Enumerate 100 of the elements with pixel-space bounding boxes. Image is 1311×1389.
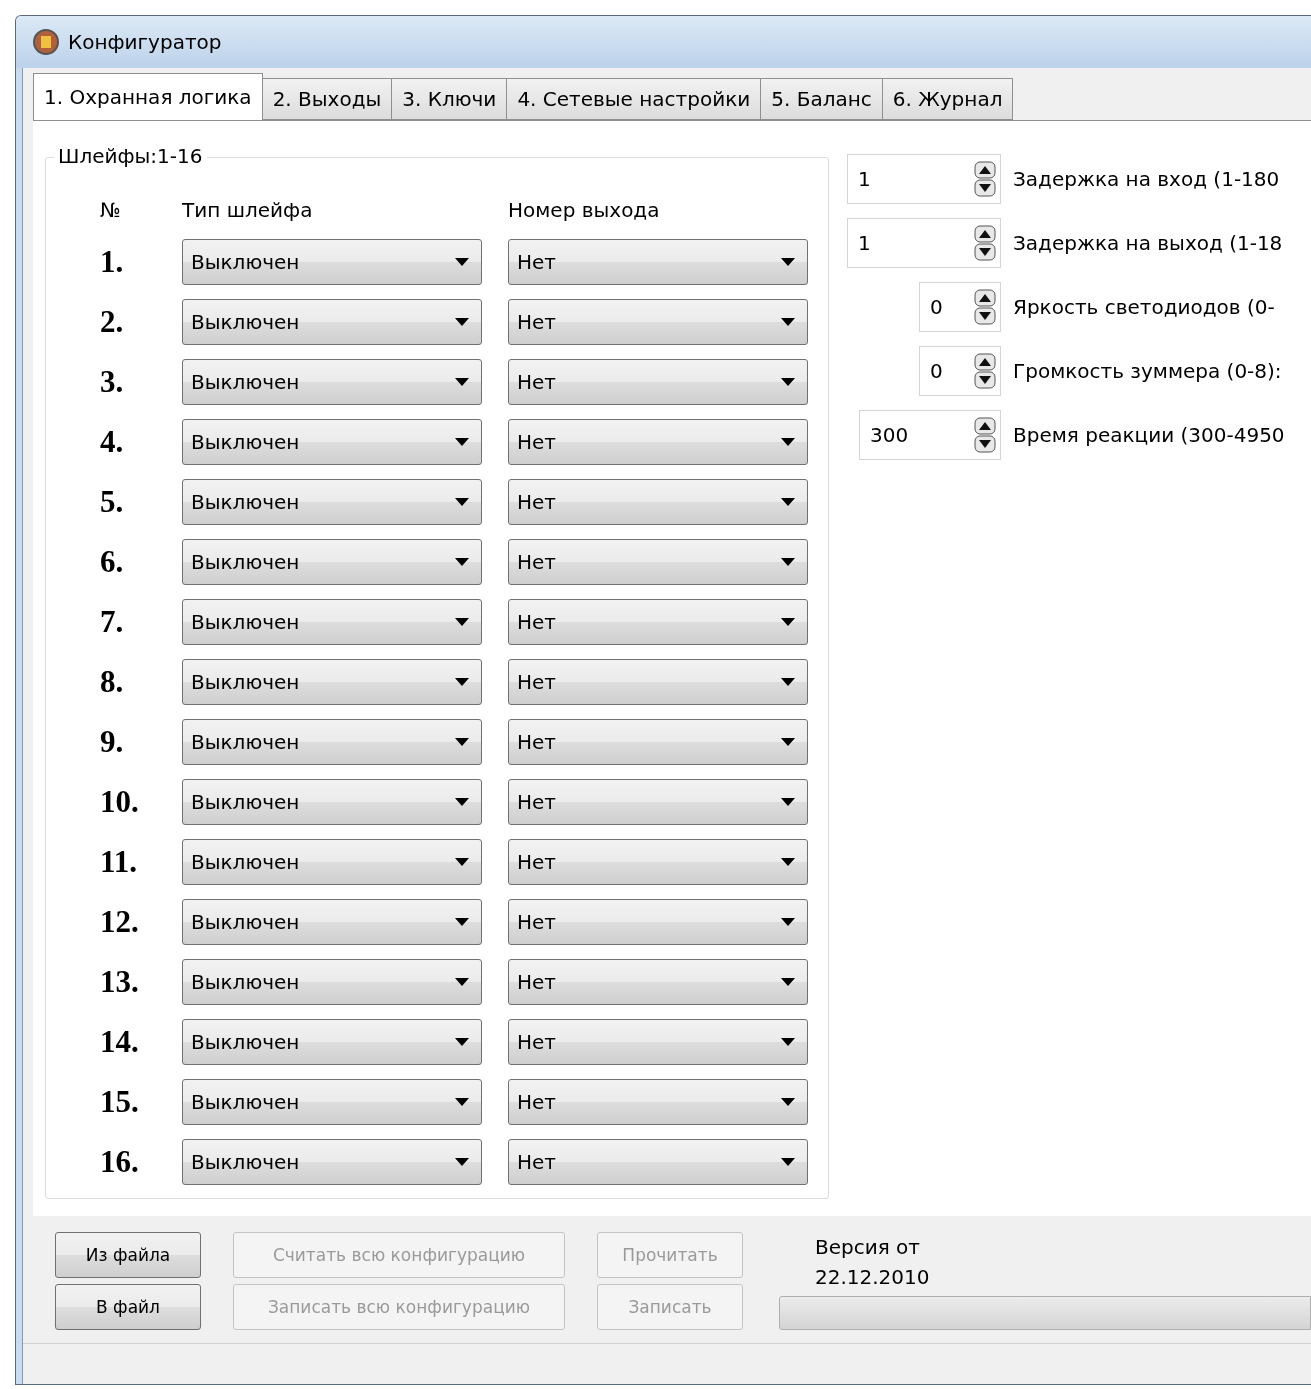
- caret-icon: [781, 258, 795, 266]
- version-text: 22.12.2010: [815, 1264, 931, 1291]
- loop-type-dropdown[interactable]: Выключен: [182, 959, 482, 1005]
- output-dropdown[interactable]: Нет: [508, 719, 808, 765]
- spin-field[interactable]: 1: [847, 154, 1001, 204]
- loop-type-dropdown[interactable]: Выключен: [182, 1139, 482, 1185]
- caret-icon: [781, 558, 795, 566]
- loop-type-dropdown[interactable]: Выключен: [182, 1019, 482, 1065]
- caret-icon: [781, 798, 795, 806]
- setting-label: Задержка на вход (1-180: [1013, 167, 1280, 191]
- tab[interactable]: 3. Ключи: [391, 78, 508, 120]
- window-title: Конфигуратор: [68, 30, 222, 54]
- loop-type-dropdown[interactable]: Выключен: [182, 899, 482, 945]
- loop-number: 14.: [100, 1024, 139, 1060]
- loop-type-dropdown[interactable]: Выключен: [182, 719, 482, 765]
- version-text: Версия от: [815, 1234, 921, 1261]
- output-dropdown[interactable]: Нет: [508, 299, 808, 345]
- loop-type-dropdown[interactable]: Выключен: [182, 659, 482, 705]
- caret-icon: [455, 738, 469, 746]
- caret-icon: [455, 1038, 469, 1046]
- caret-icon: [781, 498, 795, 506]
- caret-icon: [455, 558, 469, 566]
- caret-icon: [781, 378, 795, 386]
- caret-icon: [455, 918, 469, 926]
- output-dropdown[interactable]: Нет: [508, 899, 808, 945]
- loop-number: 4.: [100, 424, 124, 460]
- output-dropdown[interactable]: Нет: [508, 419, 808, 465]
- output-dropdown[interactable]: Нет: [508, 659, 808, 705]
- action-button[interactable]: Из файла: [55, 1232, 201, 1278]
- caret-icon: [455, 798, 469, 806]
- loop-number: 11.: [100, 844, 138, 880]
- loop-number: 7.: [100, 604, 124, 640]
- caret-icon: [455, 438, 469, 446]
- caret-icon: [455, 858, 469, 866]
- loop-number: 13.: [100, 964, 139, 1000]
- caret-icon: [781, 738, 795, 746]
- loop-type-dropdown[interactable]: Выключен: [182, 599, 482, 645]
- spin-field[interactable]: 300: [859, 410, 1001, 460]
- loop-type-dropdown[interactable]: Выключен: [182, 419, 482, 465]
- output-dropdown[interactable]: Нет: [508, 599, 808, 645]
- spin-arrows-icon[interactable]: [974, 289, 996, 325]
- output-dropdown[interactable]: Нет: [508, 539, 808, 585]
- loop-type-dropdown[interactable]: Выключен: [182, 479, 482, 525]
- output-dropdown[interactable]: Нет: [508, 479, 808, 525]
- caret-icon: [455, 1098, 469, 1106]
- caret-icon: [781, 978, 795, 986]
- caret-icon: [455, 1158, 469, 1166]
- loop-number: 1.: [100, 244, 124, 280]
- app-icon: [32, 28, 60, 56]
- spin-field[interactable]: 0: [919, 346, 1001, 396]
- caret-icon: [455, 378, 469, 386]
- caret-icon: [455, 978, 469, 986]
- loop-type-dropdown[interactable]: Выключен: [182, 779, 482, 825]
- loop-type-dropdown[interactable]: Выключен: [182, 299, 482, 345]
- loop-type-dropdown[interactable]: Выключен: [182, 839, 482, 885]
- tab[interactable]: 6. Журнал: [881, 78, 1014, 120]
- output-dropdown[interactable]: Нет: [508, 359, 808, 405]
- setting-label: Задержка на выход (1-18: [1013, 231, 1283, 255]
- loop-number: 2.: [100, 304, 124, 340]
- loop-type-dropdown[interactable]: Выключен: [182, 239, 482, 285]
- loop-type-dropdown[interactable]: Выключен: [182, 1079, 482, 1125]
- action-button[interactable]: В файл: [55, 1284, 201, 1330]
- loop-number: 5.: [100, 484, 124, 520]
- caret-icon: [455, 318, 469, 326]
- spin-arrows-icon[interactable]: [974, 161, 996, 197]
- tab[interactable]: 1. Охранная логика: [33, 73, 263, 120]
- loop-number: 15.: [100, 1084, 139, 1120]
- loop-number: 10.: [100, 784, 139, 820]
- caret-icon: [781, 918, 795, 926]
- spin-field[interactable]: 1: [847, 218, 1001, 268]
- caret-icon: [781, 318, 795, 326]
- spin-arrows-icon[interactable]: [974, 225, 996, 261]
- output-dropdown[interactable]: Нет: [508, 239, 808, 285]
- spin-arrows-icon[interactable]: [974, 417, 996, 453]
- tab[interactable]: 2. Выходы: [261, 78, 393, 120]
- setting-label: Громкость зуммера (0-8):: [1013, 359, 1282, 383]
- loop-number: 9.: [100, 724, 124, 760]
- loop-type-dropdown[interactable]: Выключен: [182, 539, 482, 585]
- caret-icon: [455, 498, 469, 506]
- tab[interactable]: 5. Баланс: [760, 78, 883, 120]
- caret-icon: [781, 678, 795, 686]
- caret-icon: [455, 258, 469, 266]
- output-dropdown[interactable]: Нет: [508, 1079, 808, 1125]
- caret-icon: [781, 1038, 795, 1046]
- spin-arrows-icon[interactable]: [974, 353, 996, 389]
- output-dropdown[interactable]: Нет: [508, 959, 808, 1005]
- loop-number: 16.: [100, 1144, 139, 1180]
- loop-number: 3.: [100, 364, 124, 400]
- output-dropdown[interactable]: Нет: [508, 1019, 808, 1065]
- spin-field[interactable]: 0: [919, 282, 1001, 332]
- loop-type-dropdown[interactable]: Выключен: [182, 359, 482, 405]
- column-header: №: [100, 198, 122, 222]
- output-dropdown[interactable]: Нет: [508, 1139, 808, 1185]
- output-dropdown[interactable]: Нет: [508, 839, 808, 885]
- output-dropdown[interactable]: Нет: [508, 779, 808, 825]
- setting-label: Яркость светодиодов (0-: [1013, 295, 1275, 319]
- loop-number: 6.: [100, 544, 124, 580]
- caret-icon: [455, 678, 469, 686]
- tab[interactable]: 4. Сетевые настройки: [506, 78, 762, 120]
- caret-icon: [455, 618, 469, 626]
